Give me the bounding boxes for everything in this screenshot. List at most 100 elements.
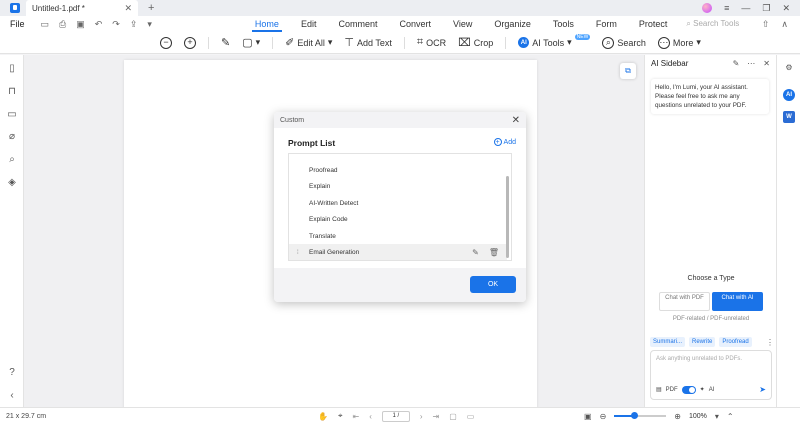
close-icon[interactable]: ✕ (124, 3, 132, 14)
ai-assistant-icon[interactable]: AI (783, 89, 795, 101)
dialog-title: Custom (280, 116, 305, 124)
more-vertical-icon[interactable]: ⋮ (766, 338, 774, 347)
chat-with-pdf-button[interactable]: Chat with PDF (659, 292, 710, 311)
plus-icon[interactable]: + (148, 2, 154, 14)
search-tools-input[interactable]: ⌕ Search Tools (686, 19, 739, 29)
prompt-list[interactable]: Proofread Explain AI-Written Detect Expl… (288, 153, 512, 261)
word-convert-icon[interactable]: W (783, 111, 795, 123)
edit-icon[interactable]: ✎ (472, 248, 479, 257)
collapse-icon[interactable]: ∧ (781, 19, 788, 30)
toolbar: − + ✎ ▢ ▾ ✐ Edit All ▾ ⊤ Add Text ⌗ OCR ⌧ Crop… (0, 32, 800, 54)
help-icon[interactable]: ? (6, 366, 18, 378)
zoom-controls: ▣ ⊖ ⊕ 100% ▾ ⌃ (584, 412, 734, 421)
collapse-up-icon[interactable]: ⌃ (727, 412, 734, 421)
list-item[interactable]: Explain Code (289, 211, 507, 228)
document-tab[interactable]: Untitled-1.pdf * ✕ (26, 0, 138, 16)
view-mode-icon[interactable]: ▣ (584, 412, 592, 421)
crop-button[interactable]: ⌧ Crop (458, 36, 493, 49)
tab-convert[interactable]: Convert (388, 16, 442, 32)
collapse-left-icon[interactable]: ‹ (6, 389, 18, 401)
fit-width-icon[interactable]: ▭ (467, 412, 475, 421)
more-icon[interactable]: ⋯ (747, 59, 755, 68)
first-page-icon[interactable]: ⇤ (352, 412, 359, 421)
search-icon[interactable]: ⌕ (6, 153, 18, 165)
attachment-icon[interactable]: ⌀ (6, 130, 18, 142)
last-page-icon[interactable]: ⇥ (433, 412, 440, 421)
settings-sliders-icon[interactable]: ⚙ (783, 61, 795, 73)
tab-organize[interactable]: Organize (483, 16, 542, 32)
file-menu[interactable]: File (10, 19, 25, 29)
undo-icon[interactable]: ↶ (95, 19, 103, 30)
tab-comment[interactable]: Comment (327, 16, 388, 32)
ocr-button[interactable]: ⌗ OCR (417, 36, 446, 49)
zoom-in-icon[interactable]: ⊕ (674, 412, 681, 421)
list-item[interactable]: Translate (289, 228, 507, 245)
chip-proofread[interactable]: Proofread (719, 337, 752, 347)
chevron-down-icon[interactable]: ▾ (715, 412, 719, 421)
tab-tools[interactable]: Tools (542, 16, 585, 32)
zoom-value[interactable]: 100% (689, 413, 707, 420)
list-item[interactable]: AI-Written Detect (289, 195, 507, 212)
send-icon[interactable]: ➤ (759, 385, 766, 394)
hand-tool-icon[interactable]: ✋ (318, 412, 328, 421)
edit-all-button[interactable]: ✐ Edit All ▾ (285, 36, 332, 49)
more-button[interactable]: ⋯ More ▾ (657, 36, 701, 49)
search-label: Search (617, 37, 646, 48)
save-icon[interactable]: ▣ (76, 19, 85, 30)
sparkle-icon: ✦ (699, 387, 705, 393)
zoom-slider-knob[interactable] (631, 412, 639, 419)
tab-protect[interactable]: Protect (628, 16, 679, 32)
ai-sidebar-title: AI Sidebar (651, 58, 689, 68)
menu-icon[interactable]: ≡ (724, 3, 729, 13)
select-tool-icon[interactable]: ⌖ (338, 411, 343, 421)
share-icon[interactable]: ⇪ (130, 19, 138, 30)
edit-icon[interactable]: ✎ (733, 59, 740, 68)
close-icon[interactable]: ✕ (512, 115, 520, 126)
shape-button[interactable]: ▢ ▾ (242, 36, 260, 49)
tab-form[interactable]: Form (585, 16, 628, 32)
crop-icon: ⌧ (458, 37, 471, 49)
tab-home[interactable]: Home (244, 16, 290, 32)
search-button[interactable]: ⌕ Search (602, 36, 646, 49)
restore-icon[interactable]: ❐ (762, 3, 770, 14)
drag-handle-icon[interactable]: ⁞ (297, 250, 299, 256)
scrollbar[interactable] (506, 176, 509, 258)
zoom-out-icon[interactable]: ⊖ (600, 412, 607, 421)
fit-page-icon[interactable]: ▢ (449, 412, 457, 421)
next-page-icon[interactable]: › (420, 412, 423, 421)
zoom-out-button[interactable]: − (160, 36, 172, 49)
page-number-input[interactable]: 1 / (381, 410, 410, 422)
redo-icon[interactable]: ↷ (112, 19, 120, 30)
print-icon[interactable]: ⎙ (59, 19, 66, 30)
avatar[interactable] (702, 3, 713, 13)
tab-view[interactable]: View (442, 16, 483, 32)
add-text-button[interactable]: ⊤ Add Text (344, 36, 391, 49)
add-prompt-button[interactable]: + Add (493, 138, 516, 146)
folder-icon[interactable]: ▭ (41, 19, 50, 30)
layers-icon[interactable]: ◈ (6, 176, 18, 188)
close-icon[interactable]: ✕ (763, 59, 770, 68)
chat-with-ai-button[interactable]: Chat with AI (712, 292, 763, 311)
page-icon[interactable]: ▯ (6, 62, 18, 74)
ok-button[interactable]: OK (470, 276, 516, 293)
minimize-icon[interactable]: — (741, 3, 750, 13)
comment-icon[interactable]: ▭ (6, 108, 18, 120)
chip-rewrite[interactable]: Rewrite (689, 337, 716, 347)
pdf-ai-toggle[interactable] (681, 385, 696, 394)
bookmark-icon[interactable]: ⊓ (6, 85, 18, 97)
list-item[interactable]: ⁞ Email Generation ✎ 🗑 (289, 244, 507, 260)
ai-tools-button[interactable]: AI AI Tools ▾ NEW (518, 33, 591, 48)
prev-page-icon[interactable]: ‹ (369, 412, 372, 421)
trash-icon[interactable]: 🗑 (489, 248, 499, 257)
ask-input[interactable]: Ask anything unrelated to PDFs. ▤ PDF ✦ … (650, 350, 772, 400)
zoom-in-button[interactable]: + (184, 36, 196, 49)
chip-summarize[interactable]: Summari... (650, 337, 686, 347)
close-icon[interactable]: ✕ (782, 3, 790, 14)
cloud-upload-icon[interactable]: ⇧ (762, 19, 770, 30)
dropdown-icon[interactable]: ▾ (147, 19, 152, 30)
zoom-slider[interactable] (614, 412, 667, 419)
tab-edit[interactable]: Edit (290, 16, 328, 32)
highlight-button[interactable]: ✎ (221, 36, 230, 49)
list-item[interactable]: Explain (289, 178, 507, 195)
list-item[interactable]: Proofread (289, 162, 507, 179)
